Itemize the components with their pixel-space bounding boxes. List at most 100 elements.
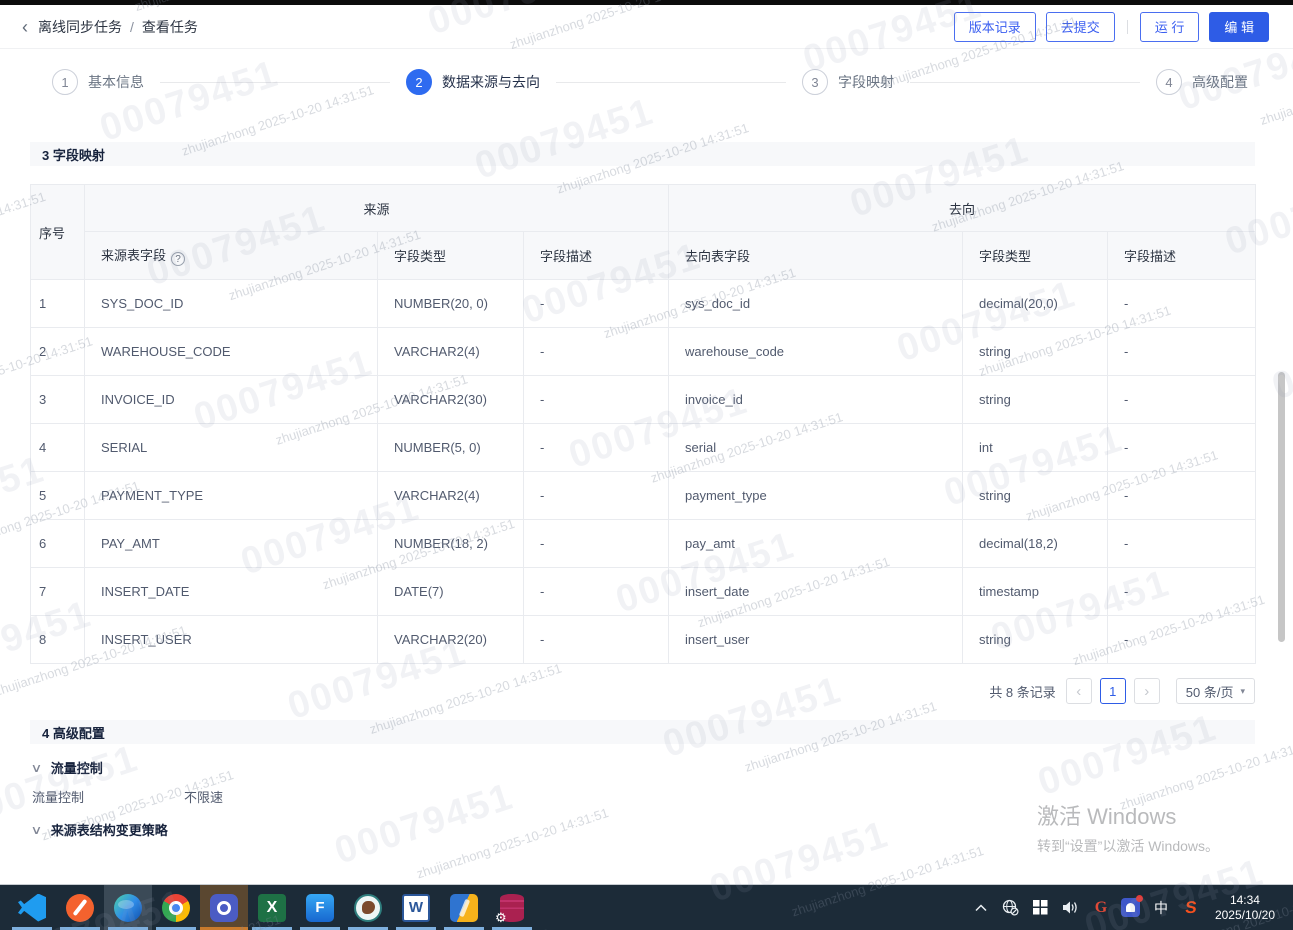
collapse-source-schema-strategy[interactable]: ∨ 来源表结构变更策略: [32, 820, 1255, 839]
dbeaver-icon: [354, 894, 382, 922]
run-button[interactable]: 运 行: [1140, 12, 1200, 42]
collapse-flow-control[interactable]: ∨ 流量控制: [32, 758, 1255, 777]
table-cell: 2: [31, 328, 85, 376]
table-cell: INSERT_DATE: [85, 568, 378, 616]
table-cell: warehouse_code: [669, 328, 963, 376]
vertical-scrollbar-thumb[interactable]: [1278, 372, 1285, 642]
chrome-icon: [162, 894, 190, 922]
table-cell: -: [1108, 424, 1256, 472]
table-cell: string: [963, 376, 1108, 424]
step-3-label: 字段映射: [838, 72, 894, 92]
table-sub-header-row: 来源表字段? 字段类型 字段描述 去向表字段 字段类型 字段描述: [31, 232, 1256, 280]
step-4-circle: 4: [1156, 69, 1182, 95]
gear-icon: ⚙: [495, 911, 507, 924]
section-field-mapping-title: 3 字段映射: [30, 142, 1255, 166]
pagination-page-1[interactable]: 1: [1100, 678, 1126, 704]
flow-control-value: 不限速: [184, 787, 223, 806]
table-cell: VARCHAR2(4): [378, 472, 524, 520]
taskbar-app-dbeaver[interactable]: [344, 885, 392, 930]
table-cell: serial: [669, 424, 963, 472]
help-icon[interactable]: ?: [171, 252, 185, 266]
table-cell: 5: [31, 472, 85, 520]
header-actions: 版本记录 去提交 运 行 编 辑: [954, 12, 1269, 42]
col-header-source-field: 来源表字段?: [85, 232, 378, 280]
section-advanced-config-title: 4 高级配置: [30, 720, 1255, 744]
step-basic-info[interactable]: 1 基本信息: [52, 69, 144, 95]
pagination-total: 共 8 条记录: [989, 682, 1055, 701]
back-icon[interactable]: ‹: [22, 18, 28, 36]
volume-icon[interactable]: [1059, 893, 1083, 923]
table-cell: decimal(20,0): [963, 280, 1108, 328]
pagination-next-button[interactable]: ›: [1134, 678, 1160, 704]
taskbar-app-pen[interactable]: [56, 885, 104, 930]
table-cell: pay_amt: [669, 520, 963, 568]
step-1-circle: 1: [52, 69, 78, 95]
table-cell: -: [1108, 520, 1256, 568]
taskbar-app-vscode[interactable]: [8, 885, 56, 930]
sogou-input-icon[interactable]: S: [1177, 893, 1204, 923]
table-cell: WAREHOUSE_CODE: [85, 328, 378, 376]
version-history-button[interactable]: 版本记录: [954, 12, 1036, 42]
ime-indicator[interactable]: 中: [1149, 893, 1173, 923]
table-cell: SERIAL: [85, 424, 378, 472]
taskbar-app-blue-f[interactable]: F: [296, 885, 344, 930]
step-field-mapping[interactable]: 3 字段映射: [802, 69, 894, 95]
edit-button[interactable]: 编 辑: [1209, 12, 1269, 42]
windows-grid-icon[interactable]: [1029, 893, 1053, 923]
step-connector: [556, 82, 786, 83]
page-size-select[interactable]: 50 条/页 ▾: [1176, 678, 1255, 704]
tray-expand-chevron-icon[interactable]: [969, 893, 993, 923]
table-row: 8INSERT_USERVARCHAR2(20)-insert_userstri…: [31, 616, 1256, 664]
breadcrumb-current: 查看任务: [142, 17, 198, 37]
network-globe-icon[interactable]: [999, 893, 1023, 923]
table-cell: -: [524, 520, 669, 568]
tray-notification-app-icon[interactable]: [1119, 893, 1143, 923]
step-advanced-config[interactable]: 4 高级配置: [1156, 69, 1248, 95]
table-cell: VARCHAR2(30): [378, 376, 524, 424]
col-header-target-type: 字段类型: [963, 232, 1108, 280]
taskbar-app-excel[interactable]: X: [248, 885, 296, 930]
table-cell: decimal(18,2): [963, 520, 1108, 568]
table-cell: INSERT_USER: [85, 616, 378, 664]
collapse-flow-control-label: 流量控制: [51, 758, 103, 777]
table-cell: payment_type: [669, 472, 963, 520]
table-cell: timestamp: [963, 568, 1108, 616]
step-source-target[interactable]: 2 数据来源与去向: [406, 69, 540, 95]
stepper: 1 基本信息 2 数据来源与去向 3 字段映射 4 高级配置: [0, 49, 1293, 115]
table-cell: string: [963, 472, 1108, 520]
taskbar-app-folder[interactable]: [440, 885, 488, 930]
table-row: 6PAY_AMTNUMBER(18, 2)-pay_amtdecimal(18,…: [31, 520, 1256, 568]
breadcrumb: ‹ 离线同步任务 / 查看任务: [22, 17, 198, 37]
actions-divider: [1127, 20, 1128, 34]
table-cell: 7: [31, 568, 85, 616]
taskbar-app-word[interactable]: W: [392, 885, 440, 930]
table-cell: SYS_DOC_ID: [85, 280, 378, 328]
taskbar-app-dingtalk[interactable]: [200, 885, 248, 930]
col-header-target-desc: 字段描述: [1108, 232, 1256, 280]
table-cell: -: [524, 280, 669, 328]
table-cell: PAY_AMT: [85, 520, 378, 568]
word-icon: W: [402, 894, 430, 922]
table-row: 7INSERT_DATEDATE(7)-insert_datetimestamp…: [31, 568, 1256, 616]
table-cell: NUMBER(20, 0): [378, 280, 524, 328]
flow-control-row: 流量控制 不限速: [32, 787, 1255, 806]
flow-control-field-label: 流量控制: [32, 787, 184, 806]
pen-app-icon: [66, 894, 94, 922]
step-4-label: 高级配置: [1192, 72, 1248, 92]
breadcrumb-parent[interactable]: 离线同步任务: [38, 17, 122, 37]
taskbar-app-chrome[interactable]: [152, 885, 200, 930]
col-group-target: 去向: [669, 185, 1256, 232]
taskbar-app-edge[interactable]: [104, 885, 152, 930]
window-top-bar: [0, 0, 1293, 5]
chevron-down-icon: ∨: [30, 761, 42, 775]
pagination-prev-button[interactable]: ‹: [1066, 678, 1092, 704]
go-submit-button[interactable]: 去提交: [1046, 12, 1115, 42]
table-row: 3INVOICE_IDVARCHAR2(30)-invoice_idstring…: [31, 376, 1256, 424]
table-cell: -: [524, 568, 669, 616]
taskbar-app-database-tool[interactable]: ⚙: [488, 885, 536, 930]
tray-g-app-icon[interactable]: G: [1089, 893, 1113, 923]
folder-app-icon: [450, 894, 478, 922]
taskbar-clock[interactable]: 14:34 2025/10/20: [1215, 893, 1275, 923]
col-header-index: 序号: [31, 185, 85, 280]
step-1-label: 基本信息: [88, 72, 144, 92]
